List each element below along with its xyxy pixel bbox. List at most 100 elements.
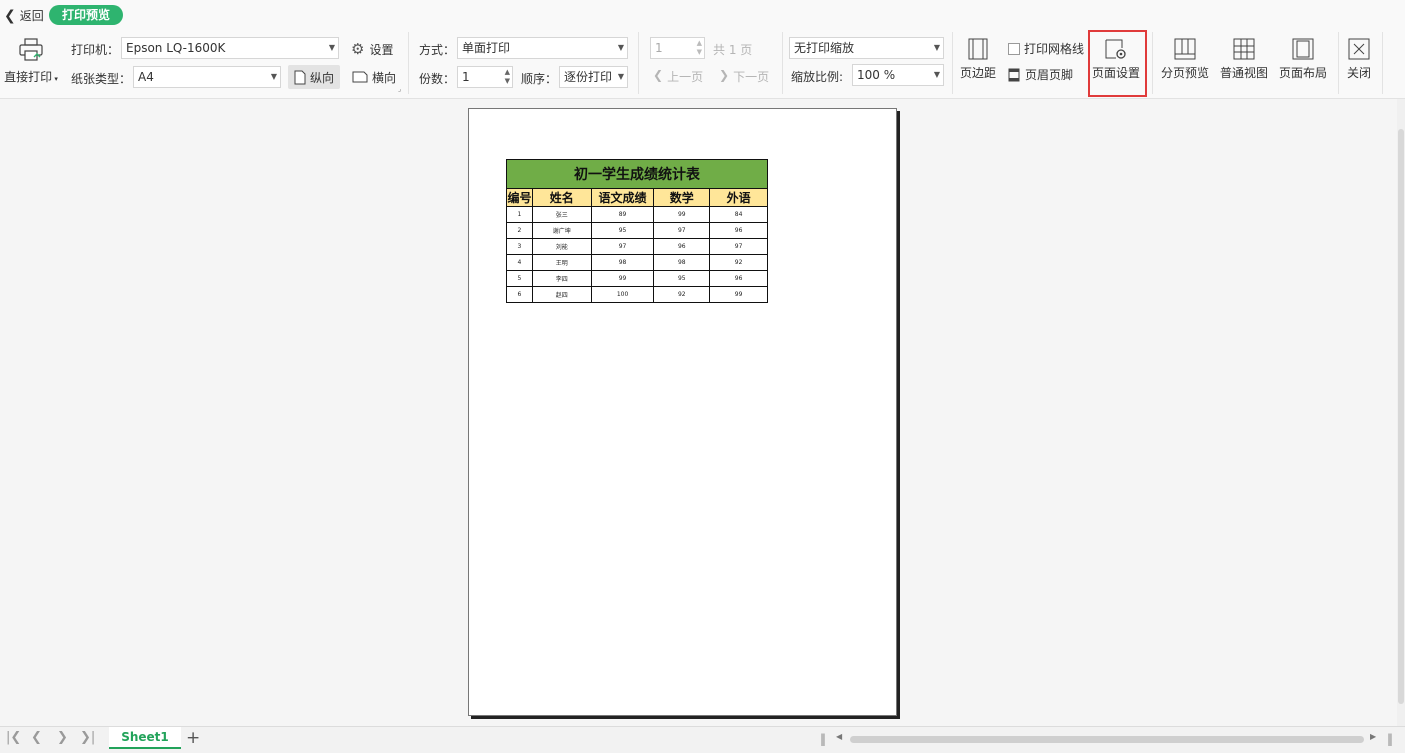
scroll-split-icon[interactable]: ‖: [820, 732, 826, 746]
table-cell: 92: [709, 254, 768, 271]
stepper-arrows-icon[interactable]: ▲ ▼: [697, 39, 702, 57]
table-cell: 100: [590, 286, 655, 303]
scale-mode-select[interactable]: 无打印缩放 ▼: [789, 37, 944, 59]
close-preview-button[interactable]: 关闭: [1347, 38, 1371, 81]
method-label: 方式：: [419, 43, 456, 57]
page-layout-icon: [1292, 38, 1314, 60]
page-break-preview-label: 分页预览: [1161, 66, 1210, 80]
table-row: 1 张三 89 99 84: [506, 206, 768, 223]
table-cell: 95: [653, 270, 711, 287]
table-row: 5 李四 99 95 96: [506, 270, 768, 287]
checkbox-icon: [1008, 42, 1020, 55]
column-header: 编号: [506, 188, 533, 207]
print-preview-badge: 打印预览: [49, 5, 124, 25]
close-icon: [1348, 38, 1370, 60]
close-preview-label: 关闭: [1347, 66, 1372, 80]
print-method-select[interactable]: 单面打印 ▼: [457, 37, 628, 59]
table-cell: 89: [590, 206, 655, 223]
next-page-button[interactable]: ❯ 下一页: [719, 68, 769, 85]
printer-select[interactable]: Epson LQ-1600K ▼: [121, 37, 339, 59]
print-order-select[interactable]: 逐份打印 ▼: [559, 66, 628, 88]
table-row: 4 王明 98 98 92: [506, 254, 768, 271]
paper-type-select[interactable]: A4 ▼: [133, 66, 281, 88]
separator: [408, 32, 409, 94]
stepper-arrows-icon[interactable]: ▲ ▼: [505, 68, 510, 86]
table-cell: 99: [590, 270, 655, 287]
scale-ratio-label: 缩放比例:: [791, 70, 844, 84]
table-row: 6 赵四 100 92 99: [506, 286, 768, 303]
scale-mode-value: 无打印缩放: [794, 41, 855, 55]
portrait-page-icon: [294, 70, 306, 84]
copies-label: 份数：: [419, 72, 456, 86]
score-table: 初一学生成绩统计表 编号 姓名 语文成绩 数学 外语 1 张三 89 99 84 2 谢广坤 95 97…: [506, 159, 768, 303]
table-cell: 99: [653, 206, 711, 223]
print-method-value: 单面打印: [462, 41, 511, 55]
back-label: 返回: [19, 9, 44, 23]
vertical-scrollbar[interactable]: [1397, 99, 1405, 726]
portrait-button[interactable]: 纵向: [288, 65, 341, 89]
back-button[interactable]: ❮ 返回: [4, 7, 44, 24]
vertical-scroll-thumb[interactable]: [1398, 129, 1404, 704]
table-body: 1 张三 89 99 84 2 谢广坤 95 97 96 3 刘能 97 96 97 4 王明 98 98 92 5 李四…: [506, 206, 768, 303]
table-title: 初一学生成绩统计表: [506, 159, 768, 189]
print-preview-toolbar: ❮ 返回 打印预览 直接打印 ▾ 打印机： Epson LQ-1600K ▼ ⚙ …: [0, 0, 1405, 99]
dropdown-arrow-icon: ▼: [270, 72, 277, 81]
page-layout-button[interactable]: 页面布局: [1279, 38, 1327, 81]
dropdown-arrow-icon: ▼: [617, 72, 624, 81]
prev-sheet-icon[interactable]: ❮: [31, 730, 42, 745]
last-sheet-icon[interactable]: ❯|: [80, 730, 95, 745]
page-layout-label: 页面布局: [1279, 66, 1328, 80]
direct-print-button[interactable]: 直接打印 ▾: [2, 38, 60, 85]
separator: [638, 32, 639, 94]
add-sheet-icon[interactable]: +: [186, 728, 200, 748]
dropdown-arrow-icon: ▼: [328, 43, 335, 52]
table-cell: 3: [506, 238, 533, 255]
page-number-stepper[interactable]: 1 ▲ ▼: [650, 37, 705, 59]
horizontal-scroll-thumb[interactable]: [850, 736, 1364, 743]
table-cell: 王明: [531, 254, 592, 271]
horizontal-scrollbar[interactable]: ◀ ▶: [832, 732, 1380, 744]
order-label: 顺序：: [521, 72, 558, 86]
scale-ratio-select[interactable]: 100 % ▼: [852, 64, 944, 86]
prev-page-button[interactable]: ❮ 上一页: [653, 68, 703, 85]
page-margin-button[interactable]: 页边距: [960, 38, 996, 81]
sheet-tab-sheet1[interactable]: Sheet1: [109, 727, 181, 749]
settings-label: 设置: [369, 42, 394, 57]
copies-stepper[interactable]: 1 ▲ ▼: [457, 66, 513, 88]
printer-value: Epson LQ-1600K: [126, 41, 226, 55]
margin-icon: [968, 38, 988, 60]
first-sheet-icon[interactable]: |❮: [6, 730, 21, 745]
header-footer-icon: [1008, 68, 1020, 81]
scroll-left-icon[interactable]: ◀: [836, 732, 842, 741]
scroll-right-icon[interactable]: ▶: [1370, 732, 1376, 741]
landscape-button[interactable]: 横向: [346, 65, 402, 89]
page-break-preview-button[interactable]: 分页预览: [1161, 38, 1209, 81]
printer-icon: [19, 38, 43, 61]
page-margin-label: 页边距: [960, 66, 997, 80]
table-cell: 92: [653, 286, 711, 303]
header-footer-button[interactable]: 页眉页脚: [1008, 66, 1073, 83]
next-sheet-icon[interactable]: ❯: [57, 730, 68, 745]
print-gridlines-label: 打印网格线: [1024, 42, 1085, 56]
dropdown-caret-icon: ▾: [52, 75, 58, 83]
table-cell: 李四: [531, 270, 592, 287]
prev-page-label: 上一页: [667, 70, 704, 84]
separator: [952, 32, 953, 94]
normal-view-label: 普通视图: [1220, 66, 1269, 80]
dropdown-arrow-icon: ▼: [933, 43, 940, 52]
table-cell: 5: [506, 270, 533, 287]
table-cell: 1: [506, 206, 533, 223]
table-cell: 2: [506, 222, 533, 239]
print-gridlines-checkbox[interactable]: 打印网格线: [1008, 40, 1084, 57]
direct-print-label: 直接打印: [4, 70, 53, 84]
paper-type-value: A4: [138, 70, 154, 84]
table-cell: 95: [590, 222, 655, 239]
printer-settings-button[interactable]: ⚙ 设置: [351, 40, 393, 58]
scroll-split-icon[interactable]: ‖: [1387, 732, 1393, 746]
table-cell: 刘能: [531, 238, 592, 255]
group-expand-icon[interactable]: ⌟: [398, 85, 401, 93]
table-cell: 96: [709, 222, 768, 239]
normal-view-button[interactable]: 普通视图: [1220, 38, 1268, 81]
table-row: 3 刘能 97 96 97: [506, 238, 768, 255]
table-row: 2 谢广坤 95 97 96: [506, 222, 768, 239]
